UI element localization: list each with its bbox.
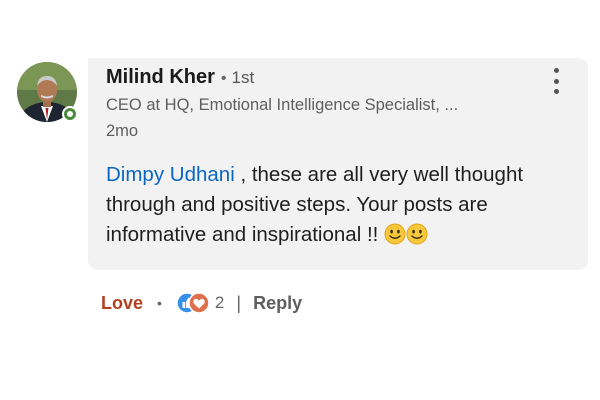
slightly-smiling-face-icon bbox=[384, 223, 406, 245]
love-reaction-button[interactable]: Love bbox=[101, 293, 143, 314]
vertical-ellipsis-icon bbox=[553, 68, 559, 73]
love-icon bbox=[188, 292, 210, 314]
comment-text: Dimpy Udhani , these are all very well t… bbox=[106, 160, 576, 250]
separator-dot: • bbox=[157, 295, 162, 311]
actions-divider: | bbox=[236, 292, 242, 313]
reaction-icons bbox=[176, 292, 210, 314]
comment-timestamp: 2mo bbox=[106, 122, 139, 140]
online-status-icon bbox=[62, 106, 78, 122]
author-row: Milind Kher • 1st bbox=[106, 66, 254, 89]
reaction-count: 2 bbox=[214, 293, 225, 312]
more-options-button[interactable] bbox=[547, 68, 565, 94]
author-headline: CEO at HQ, Emotional Intelligence Specia… bbox=[106, 96, 459, 114]
author-name[interactable]: Milind Kher bbox=[106, 66, 215, 89]
connection-degree: 1st bbox=[231, 68, 255, 87]
reactions-summary[interactable]: 2 bbox=[176, 292, 224, 314]
separator-dot: • bbox=[220, 70, 227, 87]
mention-link[interactable]: Dimpy Udhani bbox=[106, 163, 235, 186]
reply-button[interactable]: Reply bbox=[253, 293, 302, 314]
comment-card: Milind Kher • 1st CEO at HQ, Emotional I… bbox=[0, 0, 600, 400]
slightly-smiling-face-icon bbox=[406, 223, 428, 245]
comment-actions: Love • 2 | Reply bbox=[101, 290, 302, 316]
